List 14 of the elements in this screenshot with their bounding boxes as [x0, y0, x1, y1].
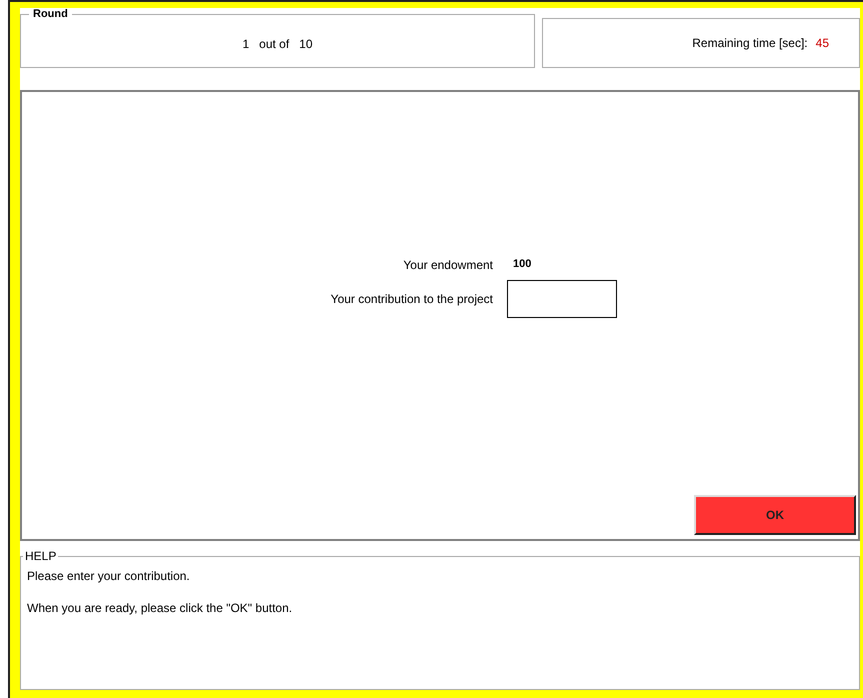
- help-legend: HELP: [23, 549, 58, 563]
- round-legend: Round: [29, 8, 72, 20]
- help-text: Please enter your contribution.: [27, 569, 191, 583]
- round-number: 1: [242, 36, 250, 50]
- field-label: Your contribution to the project: [330, 292, 493, 306]
- endowment-value: 100: [512, 258, 532, 270]
- round-total: 10: [299, 36, 313, 50]
- field-label: Your endowment: [402, 258, 493, 272]
- timer-label: Remaining time [sec]:: [692, 36, 808, 50]
- contribution-input[interactable]: [507, 280, 617, 318]
- timer-value: 45: [816, 36, 829, 50]
- ok-button[interactable]: OK: [694, 495, 856, 535]
- help-text: When you are ready, please click the "OK" button.: [27, 601, 294, 615]
- round-separator: out of: [259, 36, 290, 50]
